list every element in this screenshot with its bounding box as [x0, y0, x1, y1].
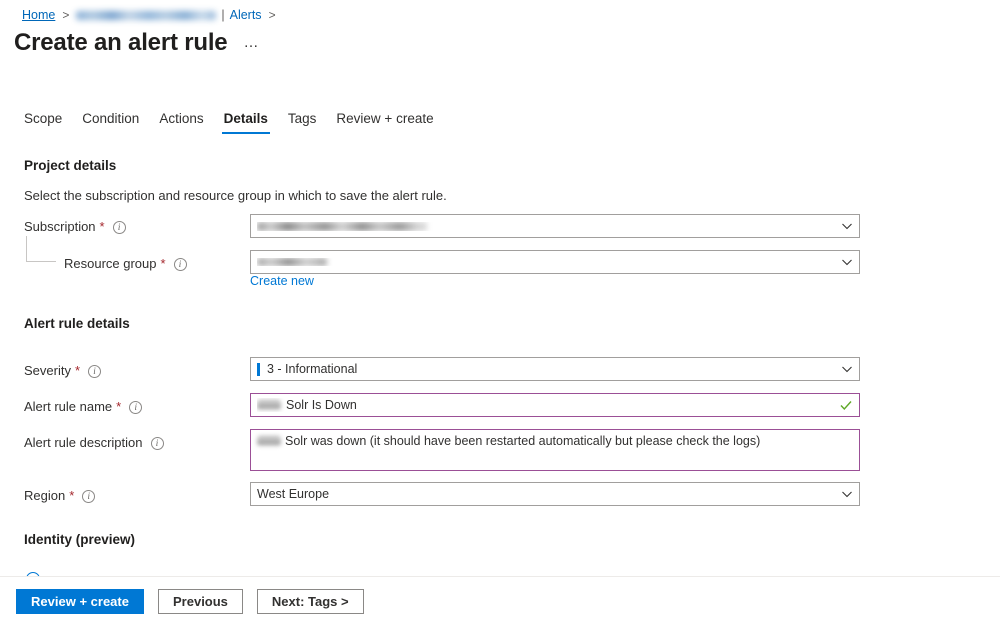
breadcrumb-home-link[interactable]: Home	[22, 8, 55, 22]
label-subscription-text: Subscription	[24, 219, 96, 234]
next-tags-button[interactable]: Next: Tags >	[256, 589, 364, 614]
field-tree-connector	[26, 236, 56, 262]
subscription-redacted-value	[257, 221, 427, 231]
create-alert-rule-page: Home > | Alerts > Create an alert rule ……	[0, 0, 1000, 626]
wizard-footer: Review + create Previous Next: Tags >	[0, 576, 1000, 626]
severity-level-indicator	[257, 362, 260, 376]
chevron-down-icon	[841, 363, 853, 375]
resource-group-redacted-value	[257, 258, 327, 266]
chevron-down-icon	[841, 256, 853, 268]
label-resource-group-required: *	[160, 256, 166, 271]
alert-rule-name-value-wrap: Solr Is Down	[257, 398, 833, 412]
breadcrumb: Home > | Alerts >	[22, 6, 283, 24]
label-subscription: Subscription * i	[24, 217, 126, 237]
region-dropdown[interactable]: West Europe	[250, 482, 860, 506]
info-icon-resource-group[interactable]: i	[173, 257, 187, 271]
breadcrumb-pipe: |	[221, 8, 225, 22]
info-icon-severity[interactable]: i	[88, 364, 102, 378]
review-create-button[interactable]: Review + create	[16, 589, 144, 614]
subscription-value	[257, 221, 835, 231]
section-heading-alert-rule-details: Alert rule details	[24, 316, 130, 331]
breadcrumb-separator-2: >	[268, 8, 276, 22]
label-region: Region * i	[24, 486, 96, 506]
tab-details[interactable]: Details	[214, 111, 278, 134]
resource-group-value	[257, 258, 835, 266]
label-region-required: *	[69, 488, 75, 503]
label-alert-rule-name-text: Alert rule name	[24, 399, 113, 414]
section-heading-identity: Identity (preview)	[24, 532, 136, 547]
tab-condition[interactable]: Condition	[72, 111, 149, 134]
breadcrumb-separator-1: >	[62, 8, 70, 22]
label-severity-required: *	[74, 363, 81, 378]
create-new-resource-group-link[interactable]: Create new	[250, 274, 314, 288]
label-resource-group-text: Resource group	[64, 256, 157, 271]
tab-scope[interactable]: Scope	[14, 111, 72, 134]
severity-value: 3 - Informational	[267, 362, 358, 376]
label-subscription-required: *	[99, 219, 105, 234]
tab-tags[interactable]: Tags	[278, 111, 327, 134]
label-alert-rule-name-required: *	[116, 399, 122, 414]
valid-check-icon	[839, 398, 853, 412]
label-alert-rule-name: Alert rule name * i	[24, 397, 143, 417]
form-body: Project details Select the subscription …	[0, 146, 1000, 576]
wizard-tabs: Scope Condition Actions Details Tags Rev…	[14, 104, 444, 134]
label-resource-group: Resource group * i	[64, 254, 187, 274]
alert-rule-name-input[interactable]: Solr Is Down	[250, 393, 860, 417]
info-icon-alert-rule-name[interactable]: i	[129, 400, 143, 414]
label-severity: Severity * i	[24, 361, 102, 381]
alert-rule-description-redacted-prefix	[257, 436, 281, 446]
section-heading-project-details: Project details	[24, 158, 117, 173]
label-alert-rule-description: Alert rule description i	[24, 433, 164, 453]
chevron-down-icon	[841, 220, 853, 232]
label-alert-rule-description-text: Alert rule description	[24, 435, 143, 450]
severity-dropdown[interactable]: 3 - Informational	[250, 357, 860, 381]
info-icon-subscription[interactable]: i	[112, 220, 126, 234]
alert-rule-name-value: Solr Is Down	[286, 398, 357, 412]
label-severity-text: Severity	[24, 363, 71, 378]
tab-review-create[interactable]: Review + create	[326, 111, 443, 134]
resource-group-dropdown[interactable]	[250, 250, 860, 274]
region-value: West Europe	[257, 487, 330, 501]
section-description-project-details: Select the subscription and resource gro…	[24, 188, 447, 203]
title-row: Create an alert rule …	[14, 28, 260, 58]
alert-rule-description-textarea[interactable]: Solr was down (it should have been resta…	[250, 429, 860, 471]
alert-rule-description-value: Solr was down (it should have been resta…	[285, 434, 761, 448]
tab-actions[interactable]: Actions	[149, 111, 213, 134]
breadcrumb-alerts-link[interactable]: Alerts	[230, 8, 262, 22]
more-options-ellipsis-icon[interactable]: …	[243, 34, 260, 51]
info-icon-alert-rule-description[interactable]: i	[150, 436, 164, 450]
chevron-down-icon	[841, 488, 853, 500]
page-title: Create an alert rule	[14, 29, 228, 56]
previous-button[interactable]: Previous	[158, 589, 243, 614]
info-icon-region[interactable]: i	[82, 489, 96, 503]
severity-value-wrap: 3 - Informational	[257, 362, 835, 376]
alert-rule-name-redacted-prefix	[257, 400, 281, 410]
label-region-text: Region	[24, 488, 66, 503]
breadcrumb-redacted-resource	[76, 10, 217, 20]
subscription-dropdown[interactable]	[250, 214, 860, 238]
